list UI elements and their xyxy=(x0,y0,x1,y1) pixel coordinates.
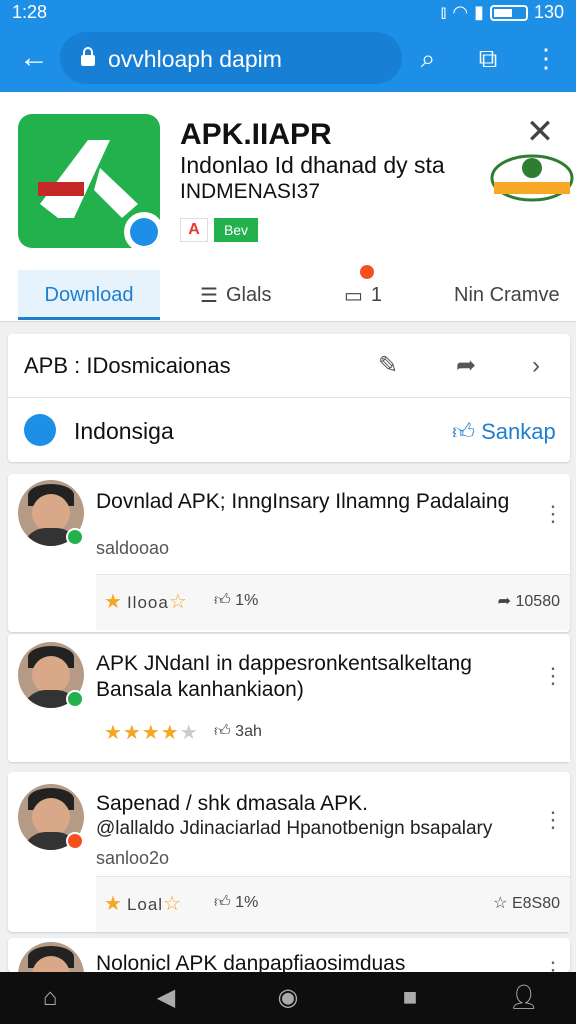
comment-title: Dovnlad APK; InngInsary Ilnamng Padalain… xyxy=(96,490,510,513)
like-button-label: Sankap xyxy=(481,419,556,444)
comment-icon: ▭ xyxy=(344,264,374,321)
recents-icon[interactable]: ■ xyxy=(390,982,430,1014)
description-card: APB : IDosmicaionas ✎ ➦ › Indonsiga 👍︎ S… xyxy=(8,334,570,462)
thumbs-up-icon xyxy=(24,414,56,446)
back-arrow-icon[interactable]: ← xyxy=(14,38,54,78)
comment-footer: ★★★★★ 👍︎ 3ah xyxy=(96,706,570,762)
category-chip: Bev xyxy=(214,218,258,242)
tab-download-label: Download xyxy=(44,284,134,306)
like-count[interactable]: 👍︎ 1% xyxy=(214,591,258,610)
share-count-value: E8S80 xyxy=(511,895,560,912)
status-right-text: 130 xyxy=(533,2,564,22)
pencil-icon[interactable]: ✎ xyxy=(372,350,404,382)
home-icon[interactable]: ⌂ xyxy=(30,982,70,1014)
app-header-card: APK.IIAPR Indonlao Id dhanad dy sta INDM… xyxy=(0,92,576,322)
status-icons: ⫾ ◠ ▮ 130 xyxy=(441,2,564,23)
verified-badge-icon xyxy=(66,690,84,708)
top-bar: 1:28 ⫾ ◠ ▮ 130 ← ovvhloaph dapim ⌕ ⧉ ⋮ xyxy=(0,0,576,92)
share-count[interactable]: ☆ E8S80 xyxy=(493,893,560,913)
comment-card[interactable]: Nolonicl APK danpapfiaosimduas ⋮ xyxy=(8,938,570,972)
description-header: APB : IDosmicaionas ✎ ➦ › xyxy=(8,334,570,398)
tab-more-label: Nin Cramve xyxy=(454,284,560,306)
home-circle-icon[interactable]: ◉ xyxy=(268,982,308,1014)
comment-title: APK JNdanI in dappesronkentsalkeltang xyxy=(96,652,472,675)
like-count[interactable]: 👍︎ 3ah xyxy=(214,722,262,741)
comment-footer: ★ Loal☆ 👍︎ 1% ☆ E8S80 xyxy=(96,876,570,932)
badge-icon xyxy=(66,832,84,850)
profile-icon[interactable]: 👤︎ xyxy=(504,982,544,1014)
rating-label: Ilooa xyxy=(126,593,169,612)
app-bar: ← ovvhloaph dapim ⌕ ⧉ ⋮ xyxy=(0,26,576,92)
more-vert-icon[interactable]: ⋮ xyxy=(542,806,564,834)
comment-title: Nolonicl APK danpapfiaosimduas xyxy=(96,952,406,972)
wifi-icon: ◠ xyxy=(452,2,469,22)
share-icon[interactable]: ⧉ xyxy=(468,38,508,78)
share-count[interactable]: ➦ 10580 xyxy=(498,591,560,611)
like-count-value: 1% xyxy=(235,592,259,609)
signal-icon: ▮ xyxy=(474,2,484,22)
close-icon[interactable]: ✕ xyxy=(522,114,558,150)
vibrate-icon: ⫾ xyxy=(440,2,447,22)
status-time: 1:28 xyxy=(12,2,48,22)
lock-icon xyxy=(81,47,95,66)
tab-comments[interactable]: ▭ 1 xyxy=(344,264,383,321)
back-triangle-icon[interactable]: ◀ xyxy=(146,982,186,1014)
like-count-value: 1% xyxy=(235,894,259,911)
system-nav-bar: ⌂ ◀ ◉ ■ 👤︎ xyxy=(0,972,576,1024)
app-subtitle-2: INDMENASI37 xyxy=(180,180,321,203)
app-subtitle: Indonlao Id dhanad dy sta xyxy=(180,152,445,178)
comment-line2: Bansala kanhankiaon) xyxy=(96,678,304,701)
comment-card[interactable]: APK JNdanI in dappesronkentsalkeltang Ba… xyxy=(8,634,570,762)
url-text: ovvhloaph dapim xyxy=(108,46,282,72)
address-bar[interactable]: ovvhloaph dapim xyxy=(60,32,402,84)
more-vert-icon[interactable]: ⋮ xyxy=(542,500,564,528)
like-button[interactable]: 👍︎ Sankap xyxy=(452,418,556,445)
tab-more[interactable]: Nin Cramve xyxy=(454,270,560,320)
tab-comments-count: 1 xyxy=(370,284,383,306)
share-count-value: 10580 xyxy=(515,593,561,610)
avatar xyxy=(18,942,84,972)
tab-bar: Download ☰ Glals ▭ 1 Nin Cramve xyxy=(0,264,576,322)
status-bar: 1:28 ⫾ ◠ ▮ 130 xyxy=(0,0,576,26)
search-icon[interactable]: ⌕ xyxy=(408,38,448,78)
more-vert-icon[interactable]: ⋮ xyxy=(542,662,564,690)
comment-card[interactable]: Dovnlad APK; InngInsary Ilnamng Padalain… xyxy=(8,474,570,632)
comment-footer: ★ Ilooa☆ 👍︎ 1% ➦ 10580 xyxy=(96,574,570,630)
like-count-value: 3ah xyxy=(235,723,262,740)
tab-glals-label: Glals xyxy=(225,284,272,306)
app-logo xyxy=(18,114,160,248)
tab-download[interactable]: Download xyxy=(18,270,160,320)
more-vert-icon[interactable]: ⋮ xyxy=(526,38,566,78)
notification-dot xyxy=(360,264,374,279)
list-icon: ☰ xyxy=(200,284,218,307)
partner-logo xyxy=(490,154,574,202)
chevron-right-icon[interactable]: › xyxy=(520,350,552,382)
language-label: Indonsiga xyxy=(74,418,174,444)
comment-line2: @lallaldo Jdinaciarlad Hpanotbenign bsap… xyxy=(96,818,493,839)
star-rating: ★ Ilooa☆ xyxy=(104,591,188,613)
comment-handle: saldooao xyxy=(96,538,170,558)
battery-icon xyxy=(489,4,528,21)
star-rating: ★★★★★ xyxy=(104,722,199,744)
star-rating: ★ Loal☆ xyxy=(104,893,183,915)
tab-glals[interactable]: ☰ Glals xyxy=(200,270,272,320)
rating-chip-icon: A xyxy=(180,218,208,242)
comment-handle: sanloo2o xyxy=(96,848,170,868)
description-title: APB : IDosmicaionas xyxy=(24,353,231,378)
comment-title: Sapenad / shk dmasala APK. xyxy=(96,792,369,815)
app-title: APK.IIAPR xyxy=(180,118,332,151)
chat-badge-icon xyxy=(124,212,160,248)
language-row[interactable]: Indonsiga 👍︎ Sankap xyxy=(8,398,570,462)
like-count[interactable]: 👍︎ 1% xyxy=(214,893,258,912)
share-arrow-icon[interactable]: ➦ xyxy=(450,350,482,382)
rating-label: Loal xyxy=(126,895,164,914)
verified-badge-icon xyxy=(66,528,84,546)
comment-card[interactable]: Sapenad / shk dmasala APK. @lallaldo Jdi… xyxy=(8,772,570,932)
more-vert-icon[interactable]: ⋮ xyxy=(542,956,564,972)
